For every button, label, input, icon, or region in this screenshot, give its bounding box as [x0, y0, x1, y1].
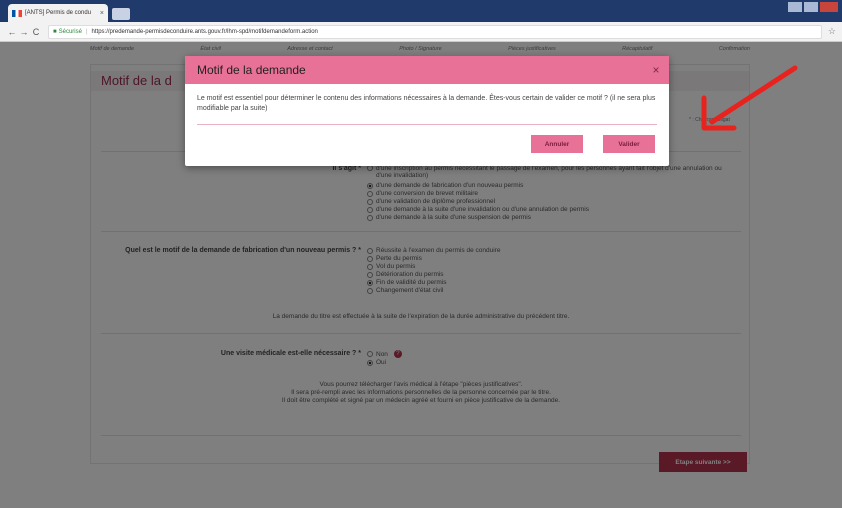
confirm-button[interactable]: Valider — [603, 135, 655, 153]
red-arrow-annotation — [701, 65, 798, 131]
tab-title: [ANTS] Permis de condu — [25, 10, 92, 16]
confirm-dialog: Motif de la demande × Le motif est essen… — [185, 56, 669, 166]
new-tab-button[interactable] — [112, 8, 130, 20]
tab-close-icon[interactable]: × — [100, 10, 104, 17]
url-separator: | — [85, 28, 88, 35]
arrow-shaft — [709, 65, 798, 125]
secure-label: Sécurisé — [58, 28, 82, 35]
dialog-divider — [197, 124, 657, 125]
url-text: https://predemande-permisdeconduire.ants… — [91, 28, 318, 35]
url-input[interactable]: ■ Sécurisé | https://predemande-permisde… — [48, 24, 822, 39]
window-controls — [788, 2, 838, 12]
dialog-message: Le motif est essentiel pour déterminer l… — [197, 95, 656, 112]
dialog-header: Motif de la demande × — [185, 56, 669, 84]
close-icon[interactable]: × — [649, 63, 663, 77]
address-bar: ← → C ■ Sécurisé | https://predemande-pe… — [0, 22, 842, 42]
french-flag-icon — [12, 9, 22, 17]
browser-tab[interactable]: [ANTS] Permis de condu × — [8, 4, 108, 22]
bookmark-star-icon[interactable]: ☆ — [828, 26, 836, 37]
back-icon[interactable]: ← — [6, 27, 18, 37]
reload-icon[interactable]: C — [30, 27, 42, 37]
lock-icon: ■ — [53, 28, 57, 35]
cancel-button[interactable]: Annuler — [531, 135, 583, 153]
close-window-button[interactable] — [820, 2, 838, 12]
forward-icon[interactable]: → — [18, 27, 30, 37]
minimize-button[interactable] — [788, 2, 802, 12]
browser-tab-bar: [ANTS] Permis de condu × — [0, 0, 842, 22]
maximize-button[interactable] — [804, 2, 818, 12]
dialog-title: Motif de la demande — [197, 63, 306, 77]
